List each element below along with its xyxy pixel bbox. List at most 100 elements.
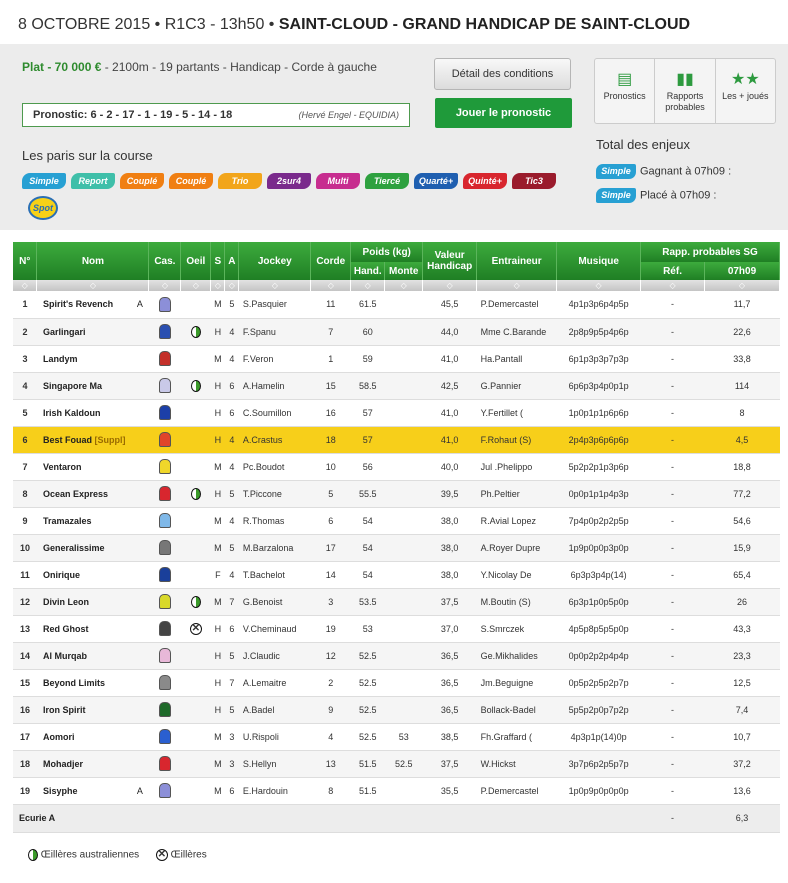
runner-name[interactable]: Generalissime [36, 534, 149, 562]
runner-sex: M [210, 507, 225, 535]
oeil [180, 291, 211, 319]
table-row[interactable]: 16 Iron Spirit H 5 A.Badel 9 52.5 36,5 Bollack-B… [13, 696, 780, 724]
runner-rapport: 37,2 [704, 750, 780, 778]
casaque [148, 426, 181, 454]
table-row[interactable]: 14 Al Murqab H 5 J.Claudic 12 52.5 36,5 Ge.Mikha… [13, 642, 780, 670]
bet-type-tiercé[interactable]: Tiercé [365, 173, 409, 189]
table-row[interactable]: 13 Red Ghost ✕ H 6 V.Cheminaud 19 53 37,0 S.Smrcz… [13, 615, 780, 643]
bet-type-multi[interactable]: Multi [316, 173, 360, 189]
sort-icon[interactable]: ◇ [13, 280, 38, 291]
oeil [180, 750, 211, 778]
runner-name[interactable]: Aomori [36, 723, 149, 751]
table-row[interactable]: 6 Best Fouad [Suppl] H 4 A.Crastus 18 57 41,0 F.… [13, 426, 780, 454]
runner-name[interactable]: Best Fouad [Suppl] [36, 426, 149, 454]
runner-trainer: W.Hickst [476, 750, 557, 778]
table-row[interactable]: 15 Beyond Limits H 7 A.Lemaitre 2 52.5 36,5 Jm.B… [13, 669, 780, 697]
runner-valeur: 37,5 [422, 750, 477, 778]
bet-type-quinté+[interactable]: Quinté+ [463, 173, 507, 189]
runner-name[interactable]: Onirique [36, 561, 149, 589]
runner-hand: 51.5 [350, 777, 385, 805]
table-row[interactable]: 9 Tramazales M 4 R.Thomas 6 54 38,0 R.Avial Lope… [13, 507, 780, 535]
sort-icon[interactable]: ◇ [148, 280, 182, 291]
sort-icon[interactable]: ◇ [704, 280, 781, 291]
spot-bet-button[interactable]: Spot [28, 196, 58, 220]
table-row[interactable]: 4 Singapore Ma H 6 A.Hamelin 15 58.5 42,5 G.Pann… [13, 372, 780, 400]
runner-monte [384, 507, 423, 535]
bet-type-couplé[interactable]: Couplé [169, 173, 213, 189]
runner-name[interactable]: Spirit's Revench A [36, 291, 149, 319]
sort-icon[interactable]: ◇ [556, 280, 642, 291]
runner-age: 7 [224, 588, 239, 616]
runner-musique: 2p8p9p5p4p6p [556, 318, 641, 346]
sort-icon[interactable]: ◇ [640, 280, 705, 291]
runner-name[interactable]: Irish Kaldoun [36, 399, 149, 427]
runner-ref: - [640, 345, 705, 373]
runner-rapport: 26 [704, 588, 780, 616]
runner-musique: 0p0p2p2p4p4p [556, 642, 641, 670]
bet-type-report[interactable]: Report [71, 173, 115, 189]
runner-name[interactable]: Red Ghost [36, 615, 149, 643]
runner-name[interactable]: Al Murqab [36, 642, 149, 670]
sort-icon[interactable]: ◇ [422, 280, 478, 291]
sort-icon[interactable]: ◇ [180, 280, 212, 291]
table-row[interactable]: 3 Landym M 4 F.Veron 1 59 41,0 Ha.Pantall 6p1p3p3… [13, 345, 780, 373]
table-row[interactable]: 11 Onirique F 4 T.Bachelot 14 54 38,0 Y.Nicolay … [13, 561, 780, 589]
bet-type-couplé[interactable]: Couplé [120, 173, 164, 189]
runner-name[interactable]: Singapore Ma [36, 372, 149, 400]
bet-type-simple[interactable]: Simple [22, 173, 66, 189]
tool-rapports[interactable]: ▮▮ Rapports probables [655, 59, 716, 123]
runner-sex: H [210, 426, 225, 454]
bet-type-trio[interactable]: Trio [218, 173, 262, 189]
table-row[interactable]: 1 Spirit's Revench A M 5 S.Pasquier 11 61.5 45,5… [13, 291, 780, 319]
runner-name[interactable]: Garlingari [36, 318, 149, 346]
runner-corde: 16 [310, 399, 351, 427]
table-row[interactable]: 5 Irish Kaldoun H 6 C.Soumillon 16 57 41,0 Y.Fer… [13, 399, 780, 427]
bet-type-quarté+[interactable]: Quarté+ [414, 173, 458, 189]
table-row[interactable]: 2 Garlingari H 4 F.Spanu 7 60 44,0 Mme C.Barande… [13, 318, 780, 346]
runner-sex: M [210, 291, 225, 319]
runner-age: 5 [224, 534, 239, 562]
tool-pronostics[interactable]: ▤ Pronostics [595, 59, 656, 123]
runner-rapport: 114 [704, 372, 780, 400]
table-row[interactable]: 18 Mohadjer M 3 S.Hellyn 13 51.5 52.5 37,5 W.Hick… [13, 750, 780, 778]
runner-hand: 57 [350, 426, 385, 454]
sort-icon[interactable]: ◇ [350, 280, 386, 291]
sort-icon[interactable]: ◇ [384, 280, 424, 291]
bet-type-2sur4[interactable]: 2sur4 [267, 173, 311, 189]
runner-name[interactable]: Ocean Express [36, 480, 149, 508]
runner-name[interactable]: Divin Leon [36, 588, 149, 616]
table-row[interactable]: 17 Aomori M 3 U.Rispoli 4 52.5 53 38,5 Fh.Graffar… [13, 723, 780, 751]
conditions-button[interactable]: Détail des conditions [434, 58, 571, 90]
runner-name[interactable]: Iron Spirit [36, 696, 149, 724]
runner-age: 6 [224, 372, 239, 400]
runner-name[interactable]: Mohadjer [36, 750, 149, 778]
runner-ref: - [640, 534, 705, 562]
runner-sex: H [210, 480, 225, 508]
runner-name[interactable]: Beyond Limits [36, 669, 149, 697]
runner-name[interactable]: Tramazales [36, 507, 149, 535]
sort-icon[interactable]: ◇ [224, 280, 240, 291]
sort-icon[interactable]: ◇ [36, 280, 150, 291]
sort-icon[interactable]: ◇ [310, 280, 352, 291]
sort-icon[interactable]: ◇ [476, 280, 558, 291]
runner-hand: 52.5 [350, 723, 385, 751]
runner-sex: M [210, 777, 225, 805]
sort-icon[interactable]: ◇ [210, 280, 226, 291]
play-pronostic-button[interactable]: Jouer le pronostic [435, 98, 572, 128]
runner-musique: 4p5p8p5p5p0p [556, 615, 641, 643]
sort-icon[interactable]: ◇ [238, 280, 312, 291]
bet-type-tic3[interactable]: Tic3 [512, 173, 556, 189]
table-row[interactable]: 10 Generalissime M 5 M.Barzalona 17 54 38,0 A.Ro… [13, 534, 780, 562]
runner-valeur: 41,0 [422, 345, 477, 373]
table-row[interactable]: 19 Sisyphe A M 6 E.Hardouin 8 51.5 35,5 P.Demerca… [13, 777, 780, 805]
table-row[interactable]: 7 Ventaron M 4 Pc.Boudot 10 56 40,0 Jul .Phelipp… [13, 453, 780, 481]
table-row[interactable]: 12 Divin Leon M 7 G.Benoist 3 53.5 37,5 M.Boutin… [13, 588, 780, 616]
runner-name[interactable]: Ventaron [36, 453, 149, 481]
col-ref: Réf. [640, 262, 705, 280]
tool-plus-joues[interactable]: ★★ Les + joués [716, 59, 775, 123]
runner-name[interactable]: Sisyphe A [36, 777, 149, 805]
table-row[interactable]: 8 Ocean Express H 5 T.Piccone 5 55.5 39,5 Ph.Pel… [13, 480, 780, 508]
runner-corde: 7 [310, 318, 351, 346]
silk-icon [158, 486, 171, 501]
runner-name[interactable]: Landym [36, 345, 149, 373]
